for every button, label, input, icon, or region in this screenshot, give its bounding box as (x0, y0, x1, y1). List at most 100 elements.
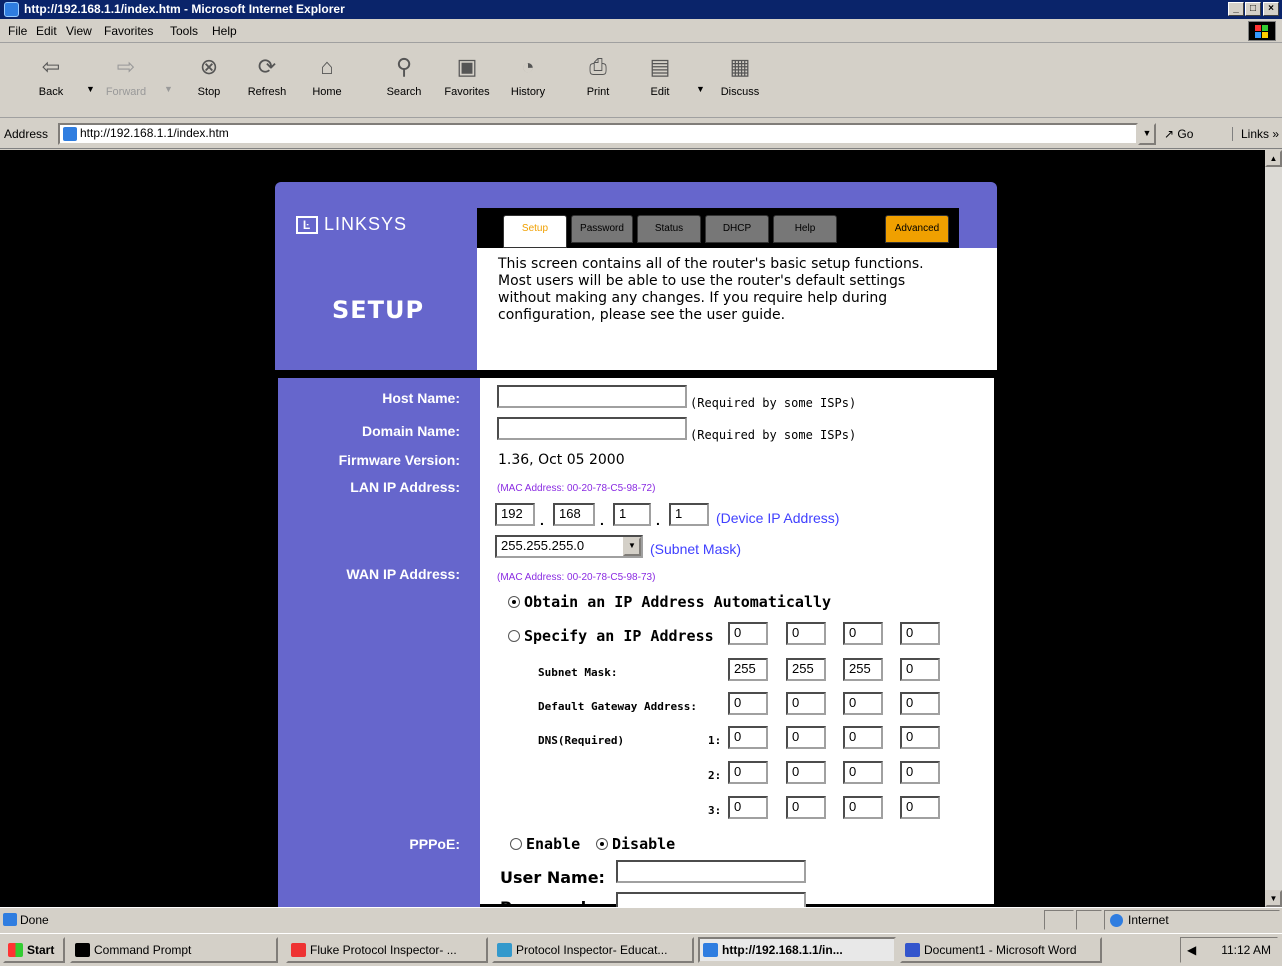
address-dropdown-icon[interactable]: ▼ (1138, 123, 1156, 145)
printer-icon: ⎙ (589, 54, 607, 79)
window-title: http://192.168.1.1/index.htm - Microsoft… (24, 2, 345, 16)
refresh-button[interactable]: ⟳ Refresh (240, 48, 294, 112)
gateway-octet-3[interactable]: 0 (843, 692, 883, 715)
gateway-octet-2[interactable]: 0 (786, 692, 826, 715)
edit-button[interactable]: ▤ Edit (640, 48, 680, 112)
specify-ip-octet-2[interactable]: 0 (786, 622, 826, 645)
wan-mac-address: (MAC Address: 00-20-78-C5-98-73) (497, 572, 656, 583)
taskbar-internet-explorer[interactable]: http://192.168.1.1/in... (698, 937, 896, 963)
specify-ip-octet-3[interactable]: 0 (843, 622, 883, 645)
back-dropdown-icon[interactable]: ▼ (86, 84, 95, 94)
windows-flag-icon (8, 943, 23, 957)
subnet-mask-octet-4[interactable]: 0 (900, 658, 940, 681)
search-button[interactable]: ⚲ Search (378, 48, 430, 112)
domain-name-input[interactable] (497, 417, 687, 440)
subnet-mask-octet-3[interactable]: 255 (843, 658, 883, 681)
radio-selected-icon (596, 838, 608, 850)
vertical-scrollbar[interactable]: ▲ ▼ (1265, 150, 1282, 907)
close-button[interactable]: × (1263, 2, 1279, 16)
gateway-label: Default Gateway Address: (538, 700, 697, 713)
search-icon: ⚲ (395, 54, 413, 79)
obtain-ip-radio[interactable]: Obtain an IP Address Automatically (508, 593, 831, 611)
dns2-octet-2[interactable]: 0 (786, 761, 826, 784)
dns2-octet-4[interactable]: 0 (900, 761, 940, 784)
tab-status[interactable]: Status (637, 215, 701, 243)
menu-tools[interactable]: Tools (170, 24, 198, 38)
minimize-button[interactable]: _ (1228, 2, 1244, 16)
home-button[interactable]: ⌂ Home (304, 48, 350, 112)
word-doc-icon: ▤ (649, 54, 671, 79)
go-button[interactable]: ↗ Go (1164, 127, 1193, 141)
forward-button[interactable]: ⇨ Forward (96, 48, 156, 112)
gateway-octet-1[interactable]: 0 (728, 692, 768, 715)
tab-password[interactable]: Password (571, 215, 633, 243)
address-input[interactable]: http://192.168.1.1/index.htm (58, 123, 1138, 145)
tab-advanced[interactable]: Advanced (885, 215, 949, 243)
pppoe-enable-radio[interactable]: Enable (510, 835, 580, 853)
favorites-button[interactable]: ▣ Favorites (436, 48, 498, 112)
lan-ip-octet-3[interactable]: 1 (613, 503, 651, 526)
subnet-mask-octet-1[interactable]: 255 (728, 658, 768, 681)
specify-ip-octet-1[interactable]: 0 (728, 622, 768, 645)
dns3-octet-4[interactable]: 0 (900, 796, 940, 819)
taskbar-microsoft-word[interactable]: Document1 - Microsoft Word (900, 937, 1102, 963)
menu-file[interactable]: File (8, 24, 27, 38)
links-button[interactable]: Links » (1232, 127, 1279, 141)
menu-bar: File Edit View Favorites Tools Help (0, 19, 1282, 43)
system-tray: ◀ 11:12 AM (1180, 937, 1278, 963)
edit-dropdown-icon[interactable]: ▼ (696, 84, 705, 94)
subnet-mask-select[interactable]: 255.255.255.0 ▼ (495, 535, 643, 558)
lan-ip-octet-2[interactable]: 168 (553, 503, 595, 526)
username-input[interactable] (616, 860, 806, 883)
status-segment (1044, 910, 1074, 930)
forward-dropdown-icon[interactable]: ▼ (164, 84, 173, 94)
dns-2-label: 2: (708, 769, 722, 782)
pppoe-disable-radio[interactable]: Disable (596, 835, 675, 853)
volume-icon[interactable]: ◀ (1187, 938, 1196, 962)
history-button[interactable]: ◔ History (502, 48, 554, 112)
menu-view[interactable]: View (66, 24, 92, 38)
tab-dhcp[interactable]: DHCP (705, 215, 769, 243)
ip-separator: . (600, 512, 604, 528)
dns1-octet-3[interactable]: 0 (843, 726, 883, 749)
discuss-icon: ▦ (729, 54, 751, 79)
tab-help[interactable]: Help (773, 215, 837, 243)
tab-setup[interactable]: Setup (503, 215, 567, 248)
stop-button[interactable]: ⊗ Stop (184, 48, 234, 112)
history-icon: ◔ (521, 54, 535, 79)
page-done-icon (3, 913, 17, 926)
dns1-octet-1[interactable]: 0 (728, 726, 768, 749)
host-name-input[interactable] (497, 385, 687, 408)
gateway-octet-4[interactable]: 0 (900, 692, 940, 715)
lan-ip-octet-4[interactable]: 1 (669, 503, 709, 526)
dns3-octet-1[interactable]: 0 (728, 796, 768, 819)
dns2-octet-1[interactable]: 0 (728, 761, 768, 784)
menu-favorites[interactable]: Favorites (104, 24, 153, 38)
dns3-octet-2[interactable]: 0 (786, 796, 826, 819)
radio-selected-icon (508, 596, 520, 608)
address-url: http://192.168.1.1/index.htm (80, 126, 229, 140)
start-button[interactable]: Start (3, 937, 65, 963)
taskbar-fluke-inspector[interactable]: Fluke Protocol Inspector- ... (286, 937, 488, 963)
menu-help[interactable]: Help (212, 24, 237, 38)
lan-ip-octet-1[interactable]: 192 (495, 503, 535, 526)
specify-ip-octet-4[interactable]: 0 (900, 622, 940, 645)
subnet-mask-octet-2[interactable]: 255 (786, 658, 826, 681)
password-input[interactable] (616, 892, 806, 907)
scroll-up-icon[interactable]: ▲ (1265, 150, 1282, 167)
menu-edit[interactable]: Edit (36, 24, 57, 38)
subnet-mask-label: Subnet Mask: (538, 666, 618, 679)
dns1-octet-2[interactable]: 0 (786, 726, 826, 749)
dns2-octet-3[interactable]: 0 (843, 761, 883, 784)
scroll-down-icon[interactable]: ▼ (1265, 890, 1282, 907)
maximize-button[interactable]: □ (1245, 2, 1261, 16)
discuss-button[interactable]: ▦ Discuss (712, 48, 768, 112)
print-button[interactable]: ⎙ Print (578, 48, 618, 112)
back-button[interactable]: ⇦ Back (26, 48, 76, 112)
specify-ip-radio[interactable]: Specify an IP Address (508, 627, 714, 645)
wan-ip-label: WAN IP Address: (346, 566, 460, 582)
dns1-octet-4[interactable]: 0 (900, 726, 940, 749)
dns3-octet-3[interactable]: 0 (843, 796, 883, 819)
taskbar-protocol-inspector[interactable]: Protocol Inspector- Educat... (492, 937, 694, 963)
taskbar-command-prompt[interactable]: Command Prompt (70, 937, 278, 963)
